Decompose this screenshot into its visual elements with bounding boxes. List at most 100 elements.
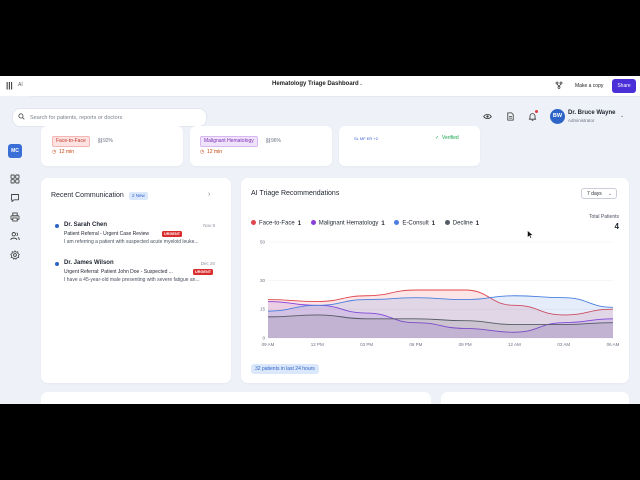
message-item[interactable]: Dr. James Wilson Dec 20 Urgent Referral:… <box>41 258 231 292</box>
search-icon <box>18 113 25 120</box>
bell-icon[interactable] <box>528 112 537 121</box>
user-role: Administrator <box>568 118 595 123</box>
users-icon[interactable] <box>10 231 20 241</box>
message-subject: Patient Referral - Urgent Case Review <box>64 231 150 237</box>
total-patients-value: 4 <box>614 222 619 231</box>
chart-legend: Face-to-Face 1 Malignant Hematology 1 E-Co… <box>251 220 487 227</box>
mouse-cursor-icon <box>527 230 534 239</box>
top-bar: ||| AI Hematology Triage Dashboard ⌄ Mak… <box>0 76 640 97</box>
triage-tag: Face-to-Face <box>52 136 90 147</box>
confidence-value: 96% <box>271 138 282 144</box>
message-subject: Urgent Referral: Patient John Doe - Susp… <box>64 269 173 275</box>
search-input[interactable] <box>28 111 202 125</box>
bottom-card <box>441 392 629 404</box>
share-button[interactable]: Share <box>612 79 636 93</box>
check-icon: ✓ <box>435 135 440 141</box>
recommendation-card[interactable]: Malignant Hematology ⛓ 96% ◷ 12 min <box>190 126 332 166</box>
legend-item[interactable]: Decline 1 <box>444 220 480 227</box>
recommendation-card[interactable]: Face-to-Face ⛓ 92% ◷ 12 min <box>41 126 183 166</box>
document-icon[interactable] <box>506 112 515 121</box>
card-title: Recent Communication <box>51 192 124 199</box>
legend-count: 1 <box>475 220 480 227</box>
app-logo[interactable]: ||| <box>6 81 13 90</box>
chevron-right-icon[interactable]: › <box>208 191 210 198</box>
ai-label[interactable]: AI <box>18 82 23 88</box>
x-tick-label: 09 PM <box>459 342 472 347</box>
legend-label: Decline <box>452 220 473 227</box>
x-tick-label: 12 PM <box>311 342 324 347</box>
legend-label: E-Consult <box>402 220 429 227</box>
x-tick-label: 03 PM <box>360 342 373 347</box>
clock-icon: ◷ <box>200 149 205 155</box>
triage-chart: 0 15 30 50 09 AM 12 PM 03 PM 06 PM 09 PM 12 AM 03 … <box>260 240 620 348</box>
specialist-tags: SL MF ER +2 <box>354 136 378 141</box>
y-tick-label: 15 <box>260 307 266 312</box>
patients-summary-badge: 32 patients in last 24 hours <box>251 364 319 374</box>
message-preview: I have a 45-year-old male presenting wit… <box>64 277 200 283</box>
verified-status: Verified <box>442 135 459 141</box>
dashboard-icon[interactable] <box>10 174 20 184</box>
unread-dot <box>55 262 59 266</box>
remix-icon[interactable] <box>555 81 563 89</box>
range-select[interactable]: 7 days ⌄ <box>581 188 617 199</box>
eye-icon[interactable] <box>483 112 492 121</box>
x-tick-label: 03 AM <box>557 342 570 347</box>
legend-swatch <box>251 220 256 225</box>
document-title[interactable]: Hematology Triage Dashboard <box>272 81 359 87</box>
chevron-down-icon[interactable]: ⌄ <box>359 81 363 87</box>
wait-time: 12 min <box>207 149 223 155</box>
card-title: AI Triage Recommendations <box>251 190 340 197</box>
legend-swatch <box>394 220 400 225</box>
app-window: ||| AI Hematology Triage Dashboard ⌄ Mak… <box>0 76 640 404</box>
urgent-badge: URGENT <box>193 269 214 275</box>
message-date: Nov 8 <box>203 223 215 228</box>
chevron-down-icon[interactable]: ⌄ <box>620 113 624 119</box>
legend-count: 1 <box>381 220 385 227</box>
x-tick-label: 06 PM <box>409 342 422 347</box>
message-date: Dec 20 <box>200 261 215 266</box>
legend-count: 1 <box>431 220 436 227</box>
y-tick-label: 0 <box>262 336 265 341</box>
legend-item[interactable]: Face-to-Face 1 <box>251 220 301 227</box>
chevron-down-icon: ⌄ <box>607 191 612 197</box>
legend-swatch <box>310 220 316 225</box>
message-sender: Dr. Sarah Chen <box>64 222 108 228</box>
range-value: 7 days <box>587 191 602 197</box>
message-sender: Dr. James Wilson <box>64 260 114 266</box>
unread-dot <box>55 224 59 228</box>
recent-communication-card: Recent Communication 2 New › Dr. Sarah C… <box>41 178 231 383</box>
ai-triage-card: 0 15 30 50 09 AM 12 PM 03 PM 06 PM 09 PM 12 AM 03 … <box>241 178 629 383</box>
legend-count: 1 <box>297 220 302 227</box>
print-icon[interactable] <box>10 212 20 222</box>
legend-item[interactable]: Malignant Hematology 1 <box>310 220 385 227</box>
y-tick-label: 50 <box>260 240 266 245</box>
avatar[interactable]: BW <box>550 109 565 124</box>
search-bar <box>12 108 207 127</box>
settings-icon[interactable] <box>10 250 20 260</box>
sidebar: MC <box>0 96 30 404</box>
legend-item[interactable]: E-Consult 1 <box>394 220 435 227</box>
legend-swatch <box>444 220 450 225</box>
urgent-badge: URGENT <box>162 231 183 237</box>
message-preview: I am referring a patient with suspected … <box>64 239 199 245</box>
x-tick-label: 09 AM <box>262 342 275 347</box>
confidence-value: 92% <box>103 138 114 144</box>
message-icon[interactable] <box>10 193 20 203</box>
total-patients-label: Total Patients <box>588 214 619 220</box>
wait-time: 12 min <box>59 149 75 155</box>
x-tick-label: 12 AM <box>508 342 521 347</box>
legend-label: Face-to-Face <box>259 220 295 227</box>
legend-label: Malignant Hematology <box>318 220 379 227</box>
x-tick-label: 06 AM <box>607 342 620 347</box>
clock-icon: ◷ <box>52 149 57 155</box>
triage-tag: Malignant Hematology <box>200 136 258 147</box>
bottom-card <box>41 392 431 404</box>
make-copy-button[interactable]: Make a copy <box>572 80 606 92</box>
recommendation-card[interactable]: SL MF ER +2 ✓ Verified <box>339 126 480 166</box>
y-tick-label: 30 <box>260 278 266 283</box>
new-count-badge: 2 New <box>129 192 148 200</box>
notification-dot <box>535 110 538 113</box>
message-item[interactable]: Dr. Sarah Chen Nov 8 Patient Referral - … <box>41 220 231 254</box>
user-name: Dr. Bruce Wayne <box>568 110 616 116</box>
workspace-badge[interactable]: MC <box>8 144 22 158</box>
